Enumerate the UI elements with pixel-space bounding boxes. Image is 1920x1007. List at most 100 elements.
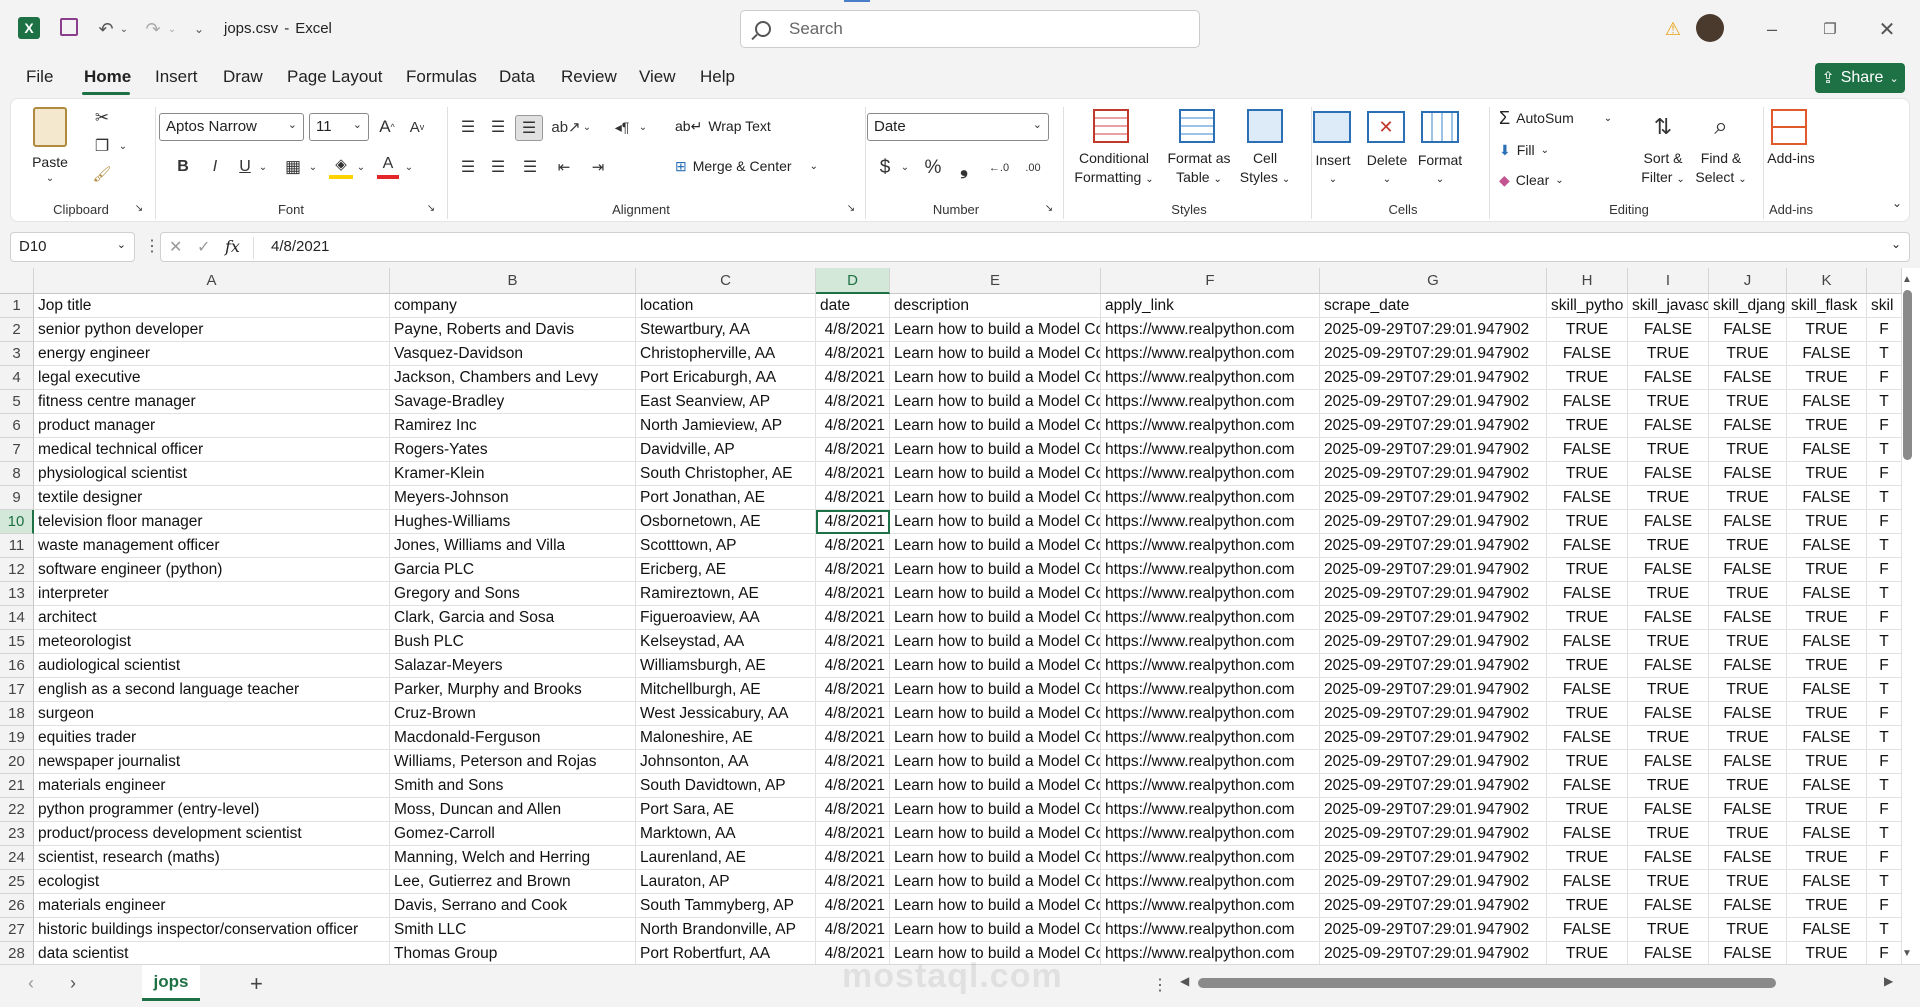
scroll-down-icon[interactable]: ▼ xyxy=(1902,948,1912,959)
row-header[interactable]: 25 xyxy=(0,870,34,894)
cell[interactable]: TRUE xyxy=(1628,774,1709,798)
cell[interactable]: TRUE xyxy=(1547,894,1628,918)
cell[interactable]: Kelseystad, AA xyxy=(636,630,816,654)
row-header[interactable]: 7 xyxy=(0,438,34,462)
cell[interactable]: Stewartbury, AA xyxy=(636,318,816,342)
cell[interactable]: newspaper journalist xyxy=(34,750,390,774)
expand-formula-icon[interactable]: ⌄ xyxy=(1891,237,1901,251)
cell[interactable]: skill_flask xyxy=(1787,294,1867,318)
cell[interactable]: Williams, Peterson and Rojas xyxy=(390,750,636,774)
row-header[interactable]: 2 xyxy=(0,318,34,342)
cell[interactable]: audiological scientist xyxy=(34,654,390,678)
warning-icon[interactable]: ⚠ xyxy=(1662,16,1684,42)
cell[interactable]: 2025-09-29T07:29:01.947902 xyxy=(1320,438,1547,462)
cell[interactable]: FALSE xyxy=(1628,510,1709,534)
cell[interactable]: television floor manager xyxy=(34,510,390,534)
cell[interactable]: TRUE xyxy=(1709,630,1787,654)
cell[interactable]: python programmer (entry-level) xyxy=(34,798,390,822)
cell[interactable]: Maloneshire, AE xyxy=(636,726,816,750)
cell[interactable]: textile designer xyxy=(34,486,390,510)
cell[interactable]: Clark, Garcia and Sosa xyxy=(390,606,636,630)
cell[interactable]: Jackson, Chambers and Levy xyxy=(390,366,636,390)
cell[interactable]: 2025-09-29T07:29:01.947902 xyxy=(1320,678,1547,702)
cell[interactable]: TRUE xyxy=(1709,438,1787,462)
row-header[interactable]: 3 xyxy=(0,342,34,366)
cell[interactable]: medical technical officer xyxy=(34,438,390,462)
cell[interactable]: 2025-09-29T07:29:01.947902 xyxy=(1320,654,1547,678)
cell[interactable]: FALSE xyxy=(1628,462,1709,486)
cell[interactable]: Kramer-Klein xyxy=(390,462,636,486)
font-color-dropdown-icon[interactable]: ⌄ xyxy=(403,157,415,177)
cell[interactable]: Cruz-Brown xyxy=(390,702,636,726)
cell[interactable]: 2025-09-29T07:29:01.947902 xyxy=(1320,366,1547,390)
format-as-table-icon[interactable] xyxy=(1179,109,1215,143)
cell[interactable]: Vasquez-Davidson xyxy=(390,342,636,366)
row-header[interactable]: 26 xyxy=(0,894,34,918)
currency-icon[interactable]: $ xyxy=(873,155,897,181)
more-options-icon[interactable]: ⋮ xyxy=(144,236,160,256)
cell[interactable]: TRUE xyxy=(1547,510,1628,534)
orientation-dropdown-icon[interactable]: ⌄ xyxy=(581,117,593,137)
cell[interactable]: Learn how to build a Model Co xyxy=(890,654,1101,678)
row-header[interactable]: 4 xyxy=(0,366,34,390)
cell[interactable]: FALSE xyxy=(1709,750,1787,774)
cell[interactable]: TRUE xyxy=(1787,750,1867,774)
row-header[interactable]: 5 xyxy=(0,390,34,414)
cell[interactable]: FALSE xyxy=(1709,414,1787,438)
cell[interactable]: Hughes-Williams xyxy=(390,510,636,534)
cell[interactable]: physiological scientist xyxy=(34,462,390,486)
cell[interactable]: FALSE xyxy=(1628,606,1709,630)
cell[interactable]: Port Sara, AE xyxy=(636,798,816,822)
align-bottom-icon[interactable]: ☰ xyxy=(515,115,543,141)
cell[interactable]: F xyxy=(1867,606,1902,630)
cell[interactable]: https://www.realpython.com xyxy=(1101,654,1320,678)
cell[interactable]: FALSE xyxy=(1709,558,1787,582)
column-header[interactable]: D xyxy=(816,268,890,294)
cell[interactable]: F xyxy=(1867,510,1902,534)
cell[interactable]: 2025-09-29T07:29:01.947902 xyxy=(1320,942,1547,966)
cell[interactable]: Jop title xyxy=(34,294,390,318)
cell[interactable]: Learn how to build a Model Co xyxy=(890,918,1101,942)
cell[interactable]: TRUE xyxy=(1547,750,1628,774)
cell[interactable]: FALSE xyxy=(1547,582,1628,606)
cell[interactable]: 4/8/2021 xyxy=(816,318,890,342)
cell[interactable]: Salazar-Meyers xyxy=(390,654,636,678)
cell[interactable]: Learn how to build a Model Co xyxy=(890,486,1101,510)
cell[interactable]: FALSE xyxy=(1547,486,1628,510)
customize-toolbar-icon[interactable]: ⌄ xyxy=(192,16,206,42)
cell[interactable]: https://www.realpython.com xyxy=(1101,630,1320,654)
cell[interactable]: FALSE xyxy=(1547,630,1628,654)
cell[interactable]: Port Robertfurt, AA xyxy=(636,942,816,966)
cell[interactable]: TRUE xyxy=(1628,342,1709,366)
cell[interactable]: 2025-09-29T07:29:01.947902 xyxy=(1320,702,1547,726)
cell[interactable]: Learn how to build a Model Co xyxy=(890,462,1101,486)
cell[interactable]: FALSE xyxy=(1547,870,1628,894)
cell[interactable]: FALSE xyxy=(1628,558,1709,582)
format-painter-icon[interactable]: 🖌 xyxy=(91,163,113,185)
cell[interactable]: 4/8/2021 xyxy=(816,342,890,366)
minimize-icon[interactable]: – xyxy=(1757,16,1787,42)
cell[interactable]: TRUE xyxy=(1709,390,1787,414)
row-header[interactable]: 24 xyxy=(0,846,34,870)
italic-icon[interactable]: I xyxy=(203,155,227,179)
cell[interactable]: Learn how to build a Model Co xyxy=(890,366,1101,390)
cell[interactable]: 4/8/2021 xyxy=(816,798,890,822)
paste-icon[interactable] xyxy=(33,107,67,147)
cell[interactable]: https://www.realpython.com xyxy=(1101,918,1320,942)
underline-icon[interactable]: U xyxy=(233,155,257,179)
align-center-icon[interactable]: ☰ xyxy=(485,155,511,179)
share-button[interactable]: ⇪ Share ⌄ xyxy=(1815,63,1905,93)
column-header[interactable]: H xyxy=(1547,268,1628,294)
cell[interactable]: Learn how to build a Model Co xyxy=(890,390,1101,414)
column-header[interactable]: G xyxy=(1320,268,1547,294)
cell[interactable]: 4/8/2021 xyxy=(816,438,890,462)
cell[interactable]: TRUE xyxy=(1709,486,1787,510)
cell[interactable]: FALSE xyxy=(1787,918,1867,942)
align-left-icon[interactable]: ☰ xyxy=(455,155,481,179)
column-header[interactable]: E xyxy=(890,268,1101,294)
cell[interactable]: 4/8/2021 xyxy=(816,486,890,510)
undo-dropdown-icon[interactable]: ⌄ xyxy=(118,16,130,42)
cell[interactable]: TRUE xyxy=(1547,318,1628,342)
tab-page-layout[interactable]: Page Layout xyxy=(287,67,382,87)
row-header[interactable]: 23 xyxy=(0,822,34,846)
